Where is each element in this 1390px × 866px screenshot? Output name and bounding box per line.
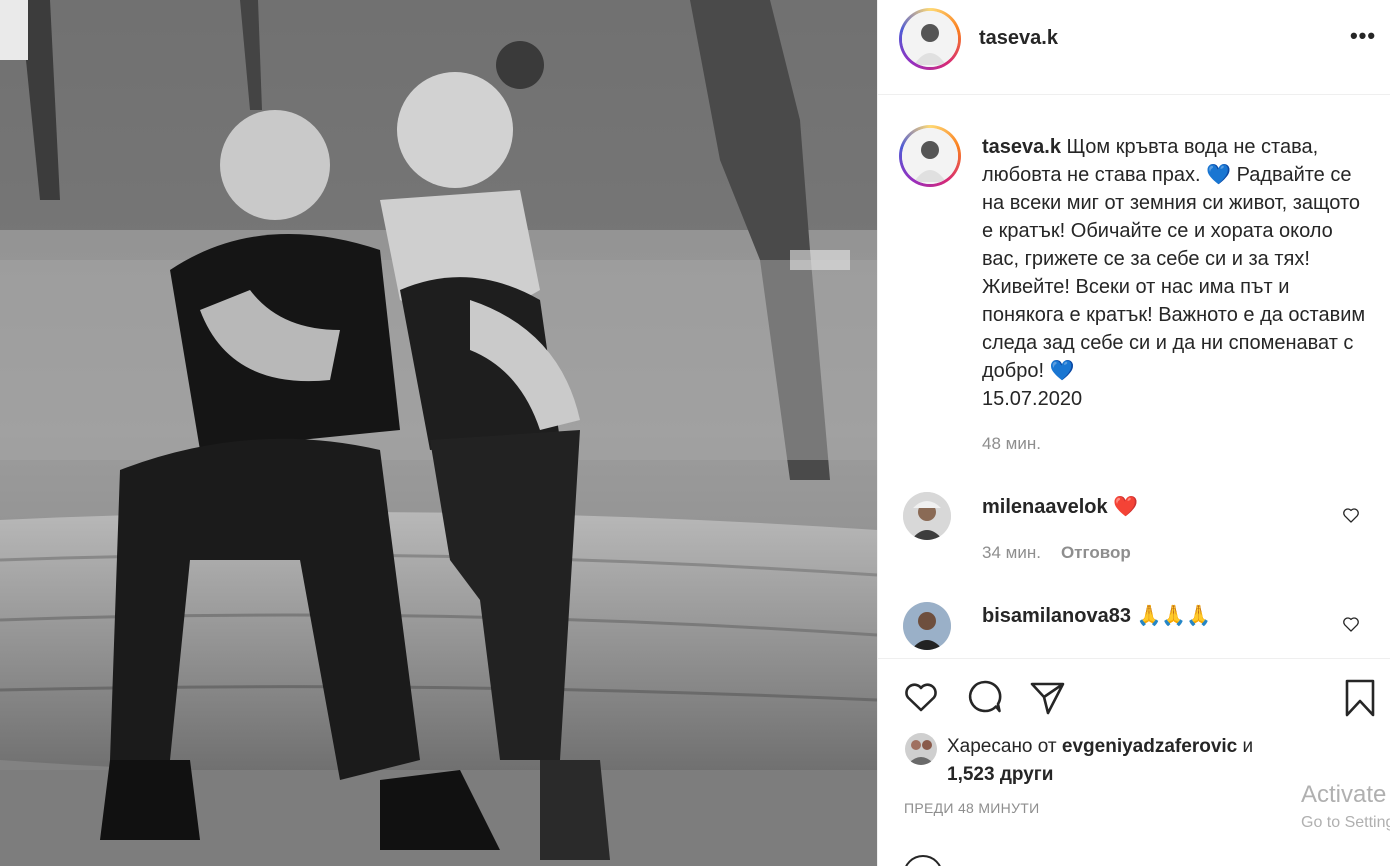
liker-avatar[interactable] xyxy=(905,733,937,765)
post-actions-bar xyxy=(878,658,1390,738)
blue-heart-icon: 💙 xyxy=(1049,360,1075,382)
post-details-panel: taseva.k ••• taseva.k Щом кръвта вода не… xyxy=(877,0,1390,866)
post-header: taseva.k ••• xyxy=(878,0,1390,95)
post-photo-image xyxy=(0,0,877,866)
comment-text: milenaavelok ❤️ xyxy=(982,494,1138,519)
comment-username[interactable]: bisamilanova83 xyxy=(982,605,1131,627)
liker-username[interactable]: evgeniyadzaferovic xyxy=(1062,736,1237,757)
likes-count[interactable]: 1,523 други xyxy=(947,764,1053,785)
caption-avatar[interactable] xyxy=(899,125,961,187)
post-photo[interactable] xyxy=(0,0,877,866)
author-username[interactable]: taseva.k xyxy=(979,27,1058,50)
emoji-icon[interactable] xyxy=(903,855,943,866)
heart-outline-icon[interactable] xyxy=(901,677,941,717)
comment-text: bisamilanova83 🙏🙏🙏 xyxy=(982,603,1211,628)
likes-prefix: Харесано от xyxy=(947,736,1062,757)
comment-avatar[interactable] xyxy=(903,602,951,650)
comment-username[interactable]: milenaavelok xyxy=(982,496,1108,518)
comment-timestamp[interactable]: 34 мин. xyxy=(982,543,1041,562)
caption-username[interactable]: taseva.k xyxy=(982,136,1061,158)
blue-heart-icon: 💙 xyxy=(1206,164,1232,186)
watermark-title: Activate Windows xyxy=(1301,781,1390,808)
caption-date: 15.07.2020 xyxy=(982,388,1083,410)
comment-body: 🙏🙏🙏 xyxy=(1136,605,1212,627)
likes-mid: и xyxy=(1237,736,1254,757)
post-caption: taseva.k Щом кръвта вода не става, любов… xyxy=(982,133,1367,413)
comment-avatar[interactable] xyxy=(903,492,951,540)
watermark-subtitle: Go to Settings to activate Windows. xyxy=(1301,814,1390,831)
speech-bubble-icon[interactable] xyxy=(965,677,1005,717)
post-age[interactable]: ПРЕДИ 48 МИНУТИ xyxy=(904,800,1039,816)
more-options-icon[interactable]: ••• xyxy=(1348,25,1378,50)
comment-like-heart-icon[interactable] xyxy=(1341,614,1361,634)
bookmark-icon[interactable] xyxy=(1340,677,1380,717)
caption-text-2: Радвайте се на всеки миг от земния си жи… xyxy=(982,164,1366,382)
reply-button[interactable]: Отговор xyxy=(1061,543,1131,562)
caption-timestamp[interactable]: 48 мин. xyxy=(982,434,1041,454)
comment-meta: 34 мин. Отговор xyxy=(982,543,1131,563)
paper-plane-icon[interactable] xyxy=(1027,677,1067,717)
comment-like-heart-icon[interactable] xyxy=(1341,505,1361,525)
comment-body: ❤️ xyxy=(1113,496,1139,518)
author-avatar[interactable] xyxy=(899,8,961,70)
activate-windows-watermark: Activate Windows Go to Settings to activ… xyxy=(1301,780,1390,836)
